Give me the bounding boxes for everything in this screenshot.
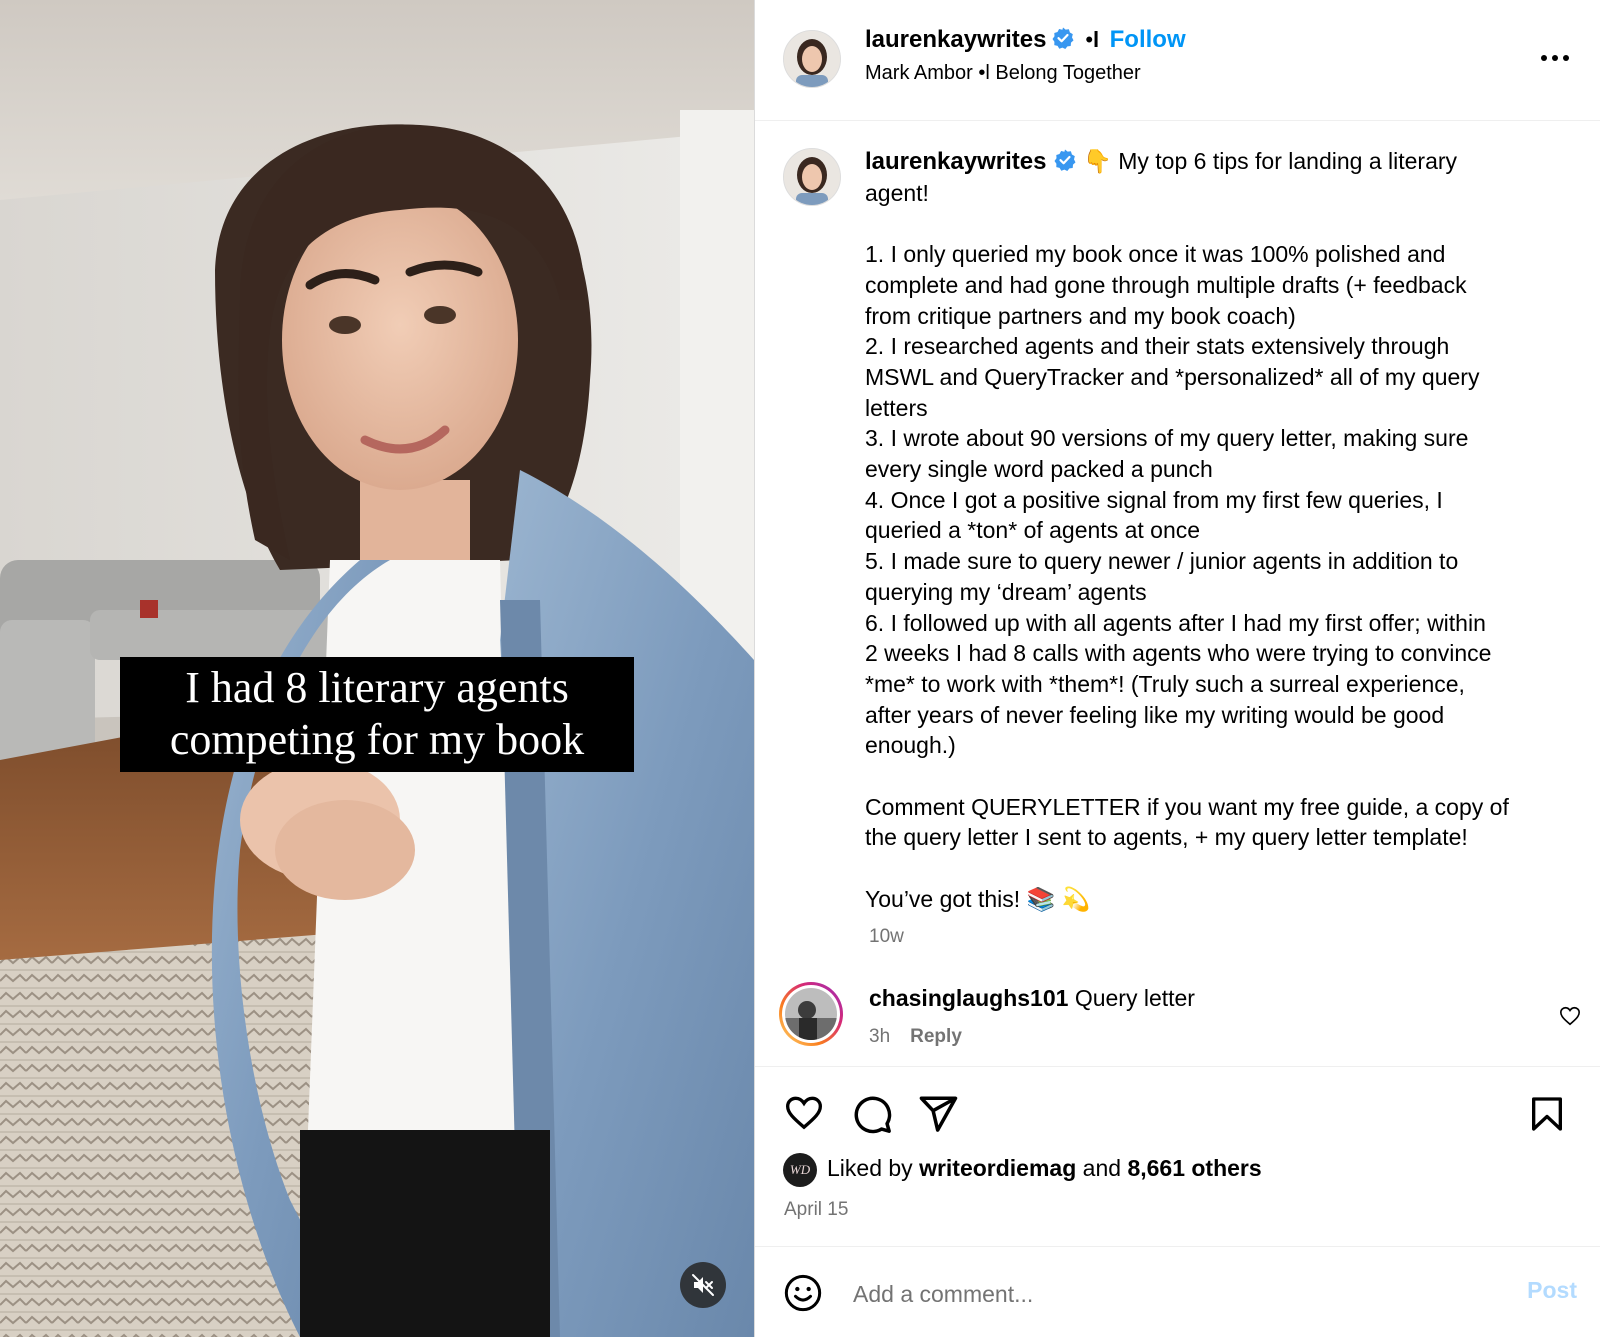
caption-text-line: queried a *ton* of agents at once xyxy=(865,517,1201,544)
caption-text-line xyxy=(865,208,1565,239)
follow-button[interactable]: Follow xyxy=(1110,26,1186,53)
comment-meta: 3h Reply xyxy=(869,1026,962,1048)
liked-and: and xyxy=(1082,1155,1122,1181)
overlay-line-1: I had 8 literary agents xyxy=(185,663,569,712)
caption-line: laurenkaywrites 👇 My top 6 tips for land… xyxy=(865,146,1565,178)
commenter-username[interactable]: chasinglaughs101 xyxy=(869,985,1068,1011)
caption-text-line: querying my ‘dream’ agents xyxy=(865,578,1147,605)
caption-text-line: after years of never feeling like my wri… xyxy=(865,701,1445,728)
caption-text-line: MSWL and QueryTracker and *personalized*… xyxy=(865,363,1480,390)
comment-like-icon[interactable] xyxy=(1559,1005,1581,1027)
caption-text-line: agent! xyxy=(865,179,929,206)
commenter-avatar[interactable] xyxy=(779,982,843,1046)
header-title-row: laurenkaywrites •l Follow xyxy=(865,26,1186,54)
comment-time: 3h xyxy=(869,1026,891,1047)
caption-text-line: the query letter I sent to agents, + my … xyxy=(865,824,1468,851)
mute-toggle-button[interactable] xyxy=(680,1262,726,1308)
author-avatar-image xyxy=(784,31,840,87)
header-separator-bar: l xyxy=(1093,27,1100,52)
caption-text-line: 6. I followed up with all agents after I… xyxy=(865,609,1486,636)
caption-text-line: 3. I wrote about 90 versions of my query… xyxy=(865,425,1469,452)
caption-text-line xyxy=(865,853,1565,884)
header-separator: • xyxy=(1085,27,1094,52)
caption-text-line: letters xyxy=(865,394,928,421)
verified-badge-icon xyxy=(1054,149,1076,171)
more-options-button[interactable] xyxy=(1535,40,1575,76)
caption-text-line: complete and had gone through multiple d… xyxy=(865,271,1467,298)
caption-text-line: Comment QUERYLETTER if you want my free … xyxy=(865,793,1509,820)
audio-track-link[interactable]: Mark Ambor •l Belong Together xyxy=(865,62,1141,85)
post-caption: laurenkaywrites 👇 My top 6 tips for land… xyxy=(865,146,1565,915)
overlay-line-2: competing for my book xyxy=(169,715,585,764)
reel-video[interactable]: I had 8 literary agents competing for my… xyxy=(0,0,754,1337)
video-text-overlay: I had 8 literary agents competing for my… xyxy=(120,657,634,772)
caption-text-line xyxy=(865,761,1565,792)
like-heart-icon[interactable] xyxy=(783,1093,825,1133)
post-actions: WD Liked by writeordiemag and 8,661 othe… xyxy=(755,1066,1600,1247)
comment-item: chasinglaughs101 Query letter 3h Reply xyxy=(755,982,1600,1065)
liked-others-count[interactable]: 8,661 others xyxy=(1127,1155,1261,1181)
commenter-avatar-image xyxy=(785,988,837,1040)
post-header: laurenkaywrites •l Follow Mark Ambor •l … xyxy=(755,0,1600,121)
comment-text-row: chasinglaughs101 Query letter xyxy=(869,985,1195,1012)
save-bookmark-icon[interactable] xyxy=(1527,1093,1567,1135)
liked-by-prefix: Liked by xyxy=(827,1155,913,1181)
verified-badge-icon xyxy=(1052,27,1074,49)
post-comment-button[interactable]: Post xyxy=(1527,1277,1577,1304)
caption-author-avatar[interactable] xyxy=(783,148,841,206)
caption-text-line: enough.) xyxy=(865,732,956,759)
likes-summary[interactable]: Liked by writeordiemag and 8,661 others xyxy=(827,1155,1262,1182)
caption-text-line: 2 weeks I had 8 calls with agents who we… xyxy=(865,640,1492,667)
comment-text: Query letter xyxy=(1074,985,1195,1011)
reply-button[interactable]: Reply xyxy=(910,1026,962,1047)
add-comment-bar: Post xyxy=(755,1246,1600,1338)
more-options-icon xyxy=(1541,55,1569,61)
caption-username[interactable]: laurenkaywrites xyxy=(865,148,1046,175)
liker-avatar-logo: WD xyxy=(789,1162,811,1177)
caption-text-line: every single word packed a punch xyxy=(865,456,1213,483)
caption-text-line: 👇 My top 6 tips for landing a literary xyxy=(1083,148,1458,174)
caption-text-line: 2. I researched agents and their stats e… xyxy=(865,333,1450,360)
caption-text-line: You’ve got this! 📚 💫 xyxy=(865,885,1091,912)
caption-text-line: 1. I only queried my book once it was 10… xyxy=(865,241,1446,268)
emoji-picker-icon[interactable] xyxy=(783,1273,823,1313)
liked-by-user[interactable]: writeordiemag xyxy=(919,1155,1076,1181)
caption-author-avatar-image xyxy=(784,149,840,205)
post-time-ago[interactable]: 10w xyxy=(869,926,904,948)
caption-text-line: from critique partners and my book coach… xyxy=(865,302,1296,329)
post-panel: laurenkaywrites •l Follow Mark Ambor •l … xyxy=(754,0,1600,1337)
caption-text-line: 4. Once I got a positive signal from my … xyxy=(865,486,1443,513)
post-date[interactable]: April 15 xyxy=(784,1199,848,1221)
comment-bubble-icon[interactable] xyxy=(851,1093,893,1135)
author-avatar[interactable] xyxy=(783,30,841,88)
liker-avatar[interactable]: WD xyxy=(783,1153,817,1187)
speaker-muted-icon xyxy=(692,1274,714,1296)
caption-text-line: 5. I made sure to query newer / junior a… xyxy=(865,548,1459,575)
caption-text-line: *me* to work with *them*! (Truly such a … xyxy=(865,670,1465,697)
comment-input[interactable] xyxy=(851,1273,1495,1315)
share-send-icon[interactable] xyxy=(917,1093,959,1135)
author-username[interactable]: laurenkaywrites xyxy=(865,26,1046,53)
